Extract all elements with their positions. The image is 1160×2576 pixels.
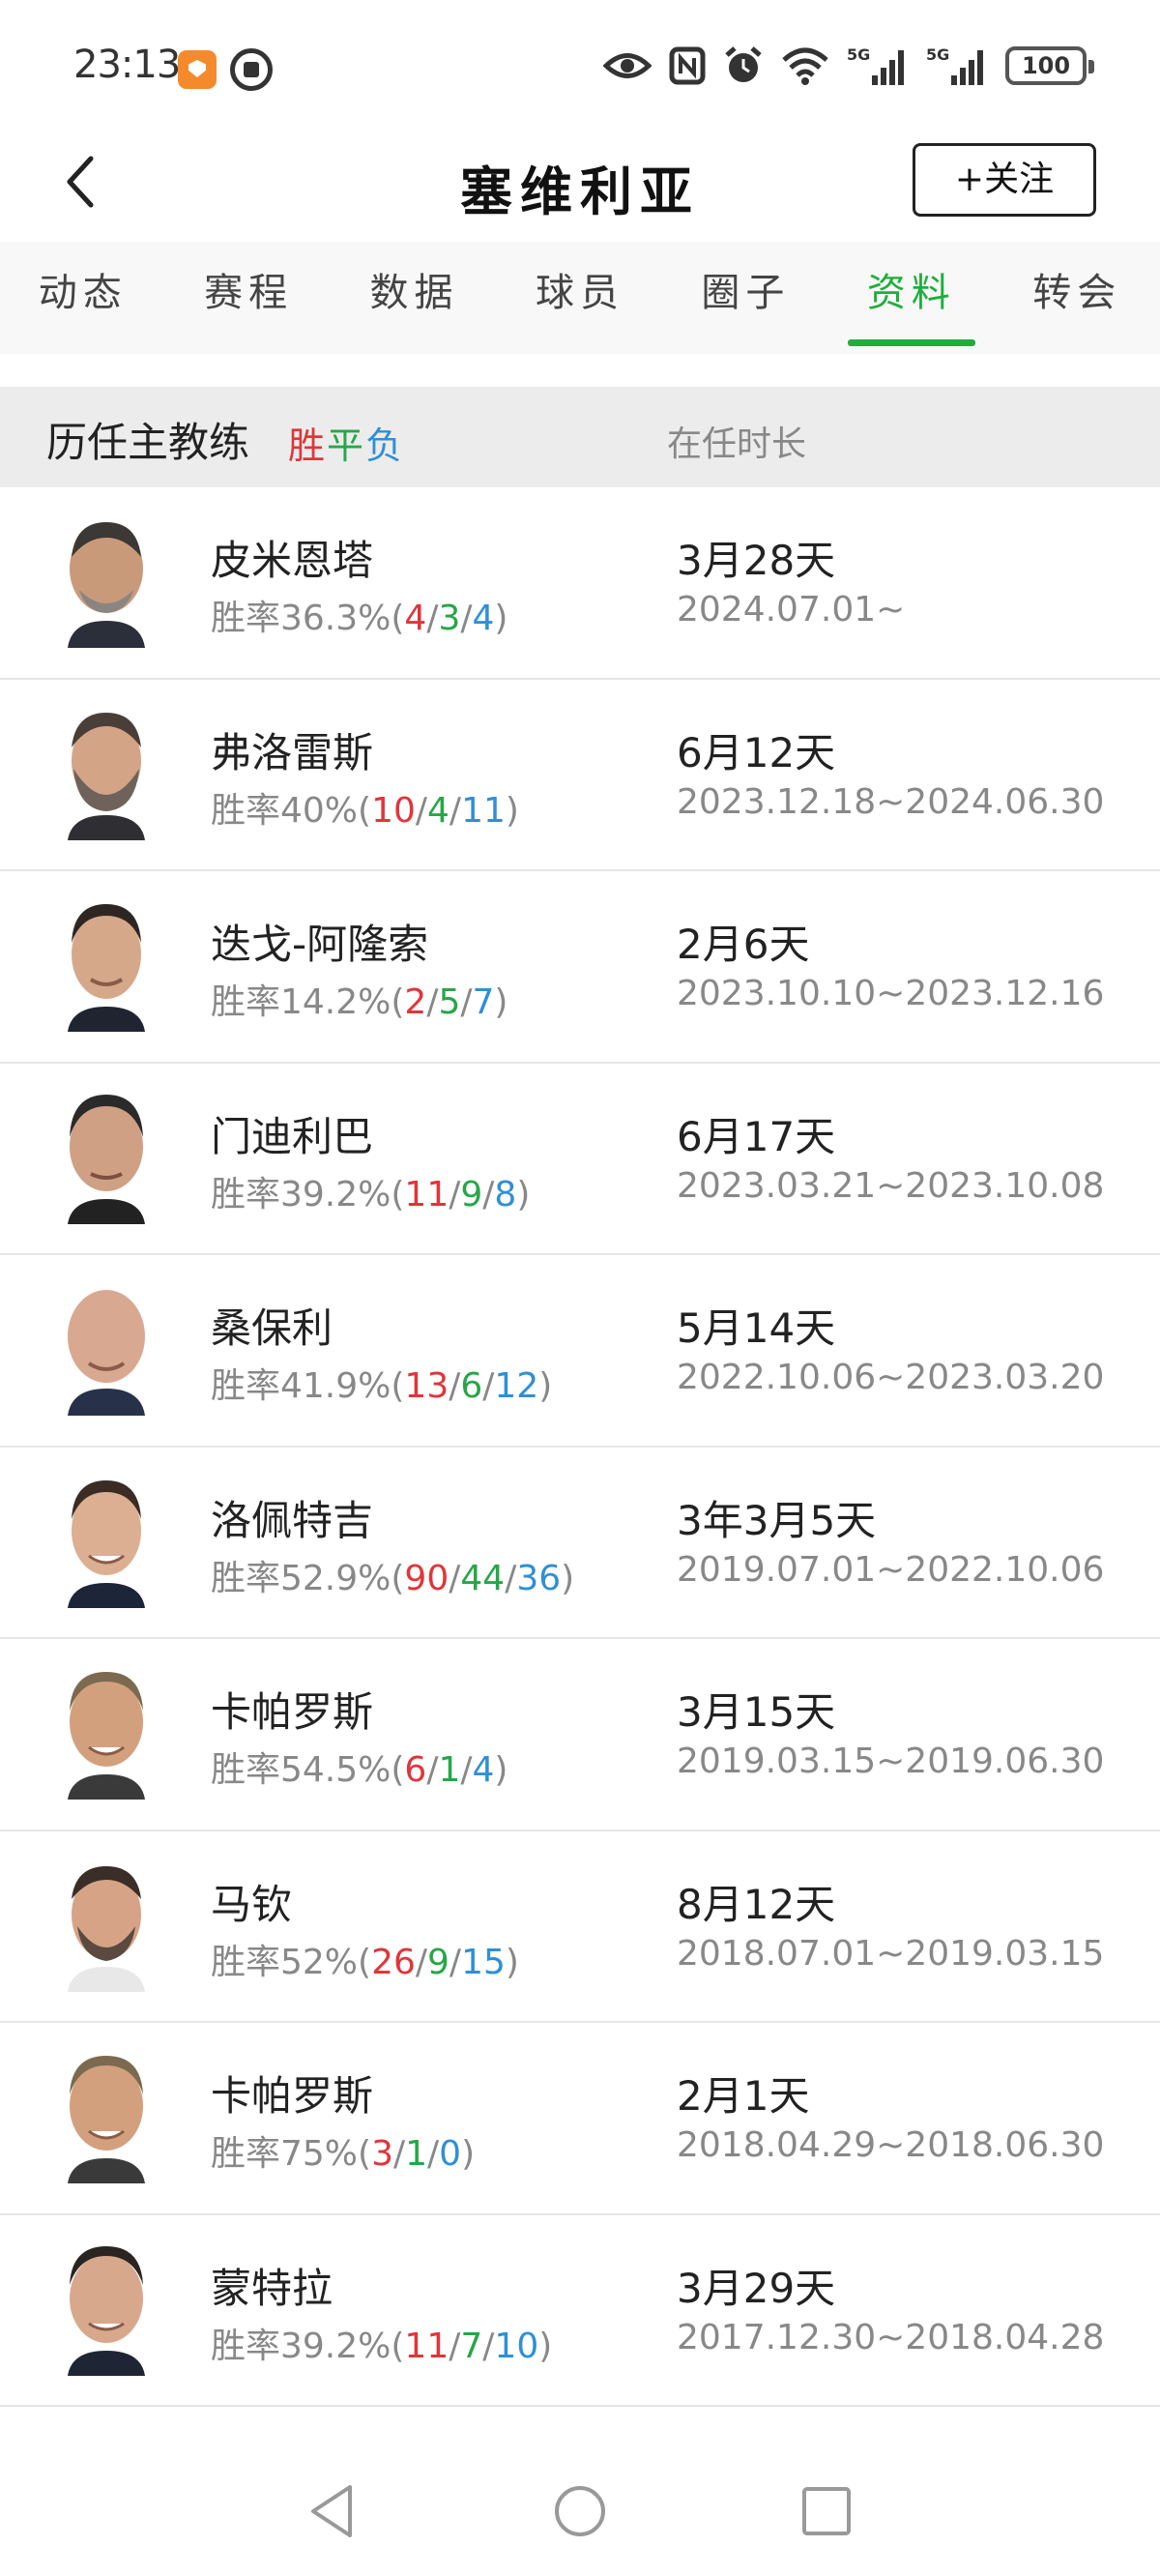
eye-icon [603, 53, 652, 78]
coach-row[interactable]: 桑保利 胜率41.9%(13/6/12) 5月14天 2022.10.06~20… [0, 1255, 1160, 1448]
coach-record: 胜率75%(3/1/0) [211, 2134, 476, 2174]
coach-avatar [68, 1865, 145, 1992]
coach-dates: 2024.07.01~ [677, 590, 906, 629]
coach-dates: 2018.07.01~2019.03.15 [677, 1933, 1105, 1974]
wifi-icon [782, 47, 828, 85]
coach-tenure: 3年3月5天 [677, 1496, 877, 1544]
tab-stats[interactable]: 数据 [332, 242, 497, 354]
coach-name: 桑保利 [211, 1304, 334, 1352]
coach-tenure: 5月14天 [677, 1304, 836, 1352]
tenure-column-header: 在任时长 [667, 424, 807, 464]
coach-record: 胜率52.9%(90/44/36) [211, 1558, 575, 1598]
coach-avatar [68, 1479, 145, 1608]
status-time: 23:13 [73, 43, 181, 87]
coach-row[interactable]: 弗洛雷斯 胜率40%(10/4/11) 6月12天 2023.12.18~202… [0, 680, 1160, 871]
coach-row[interactable]: 皮米恩塔 胜率36.3%(4/3/4) 3月28天 2024.07.01~ [0, 487, 1160, 680]
legend-win: 胜 [288, 424, 326, 467]
coach-avatar [68, 1672, 145, 1800]
tab-bar: 动态 赛程 数据 球员 圈子 资料 转会 [0, 242, 1160, 354]
coach-dates: 2019.03.15~2019.06.30 [677, 1742, 1105, 1781]
nav-home-icon[interactable] [546, 2477, 614, 2545]
coaches-section-header: 历任主教练 胜 平 负 在任时长 [0, 387, 1160, 487]
coach-avatar [68, 1290, 145, 1416]
coach-tenure: 3月29天 [677, 2264, 836, 2312]
legend-loss: 负 [365, 424, 403, 467]
coach-name: 门迪利巴 [211, 1112, 374, 1160]
tab-schedule[interactable]: 赛程 [165, 242, 331, 354]
football-app-icon [230, 48, 273, 91]
coach-name: 卡帕罗斯 [211, 2072, 374, 2120]
follow-button[interactable]: +关注 [913, 143, 1096, 217]
status-bar: 23:13 5G 5G 100 [0, 0, 1160, 128]
coach-name: 洛佩特吉 [211, 1496, 374, 1544]
coach-list: 皮米恩塔 胜率36.3%(4/3/4) 3月28天 2024.07.01~ 弗洛… [0, 487, 1160, 2407]
coach-row[interactable]: 卡帕罗斯 胜率54.5%(6/1/4) 3月15天 2019.03.15~201… [0, 1639, 1160, 1831]
battery-icon: 100 [1005, 46, 1094, 85]
coach-dates: 2019.07.01~2022.10.06 [677, 1549, 1105, 1590]
coach-tenure: 2月1天 [677, 2072, 810, 2120]
coach-record: 胜率14.2%(2/5/7) [211, 982, 508, 1022]
coach-dates: 2018.04.29~2018.06.30 [677, 2125, 1105, 2165]
coach-avatar [68, 2245, 145, 2376]
coach-dates: 2017.12.30~2018.04.28 [677, 2317, 1105, 2357]
coach-name: 皮米恩塔 [211, 537, 374, 584]
coach-name: 蒙特拉 [211, 2264, 334, 2312]
coach-name: 卡帕罗斯 [211, 1688, 374, 1736]
coach-record: 胜率52%(26/9/15) [211, 1942, 519, 1982]
tab-profile[interactable]: 资料 [828, 242, 994, 354]
nfc-icon [669, 46, 706, 85]
coach-tenure: 2月6天 [677, 921, 810, 968]
coach-dates: 2023.12.18~2024.06.30 [677, 781, 1105, 822]
coach-tenure: 8月12天 [677, 1880, 836, 1928]
coach-record: 胜率39.2%(11/9/8) [211, 1174, 531, 1215]
nav-recents-icon[interactable] [793, 2477, 860, 2545]
svg-text:5G: 5G [926, 45, 949, 64]
coach-record: 胜率41.9%(13/6/12) [211, 1366, 553, 1406]
coach-tenure: 6月17天 [677, 1112, 836, 1160]
coach-avatar [68, 1094, 145, 1224]
coach-avatar [68, 904, 145, 1032]
coach-row[interactable]: 卡帕罗斯 胜率75%(3/1/0) 2月1天 2018.04.29~2018.0… [0, 2023, 1160, 2215]
app-notification-icon [178, 50, 217, 89]
tab-community[interactable]: 圈子 [663, 242, 828, 354]
coach-record: 胜率54.5%(6/1/4) [211, 1750, 508, 1790]
coach-tenure: 3月28天 [677, 537, 836, 584]
tab-news[interactable]: 动态 [0, 242, 165, 354]
app-header: 塞维利亚 +关注 [0, 128, 1160, 242]
coach-name: 马钦 [211, 1880, 293, 1928]
coach-name: 迭戈-阿隆索 [211, 921, 429, 968]
coach-avatar [68, 522, 145, 648]
status-icons: 5G 5G 100 [603, 44, 1094, 87]
coach-record: 胜率40%(10/4/11) [211, 790, 519, 831]
coach-row[interactable]: 迭戈-阿隆索 胜率14.2%(2/5/7) 2月6天 2023.10.10~20… [0, 871, 1160, 1064]
nav-back-icon[interactable] [300, 2477, 367, 2545]
svg-text:5G: 5G [847, 45, 870, 64]
signal-5g-icon: 5G [847, 45, 904, 85]
coach-avatar [68, 2056, 145, 2183]
coach-tenure: 3月15天 [677, 1688, 836, 1736]
system-nav-bar [0, 2452, 1160, 2576]
coach-name: 弗洛雷斯 [211, 728, 374, 776]
coach-dates: 2023.03.21~2023.10.08 [677, 1165, 1105, 1206]
signal-5g-icon-2: 5G [926, 45, 983, 85]
coach-record: 胜率39.2%(11/7/10) [211, 2326, 553, 2366]
section-title: 历任主教练 [46, 419, 250, 466]
coach-tenure: 6月12天 [677, 728, 836, 776]
coach-record: 胜率36.3%(4/3/4) [211, 599, 508, 638]
coach-dates: 2022.10.06~2023.03.20 [677, 1358, 1105, 1397]
coach-avatar [68, 712, 145, 840]
tab-transfers[interactable]: 转会 [995, 242, 1160, 354]
coach-row[interactable]: 门迪利巴 胜率39.2%(11/9/8) 6月17天 2023.03.21~20… [0, 1064, 1160, 1255]
coach-row[interactable]: 蒙特拉 胜率39.2%(11/7/10) 3月29天 2017.12.30~20… [0, 2215, 1160, 2407]
alarm-icon [725, 46, 762, 82]
coach-row[interactable]: 洛佩特吉 胜率52.9%(90/44/36) 3年3月5天 2019.07.01… [0, 1448, 1160, 1639]
coach-row[interactable]: 马钦 胜率52%(26/9/15) 8月12天 2018.07.01~2019.… [0, 1831, 1160, 2023]
tab-players[interactable]: 球员 [497, 242, 662, 354]
coach-dates: 2023.10.10~2023.12.16 [677, 974, 1105, 1013]
legend-draw: 平 [327, 424, 364, 467]
